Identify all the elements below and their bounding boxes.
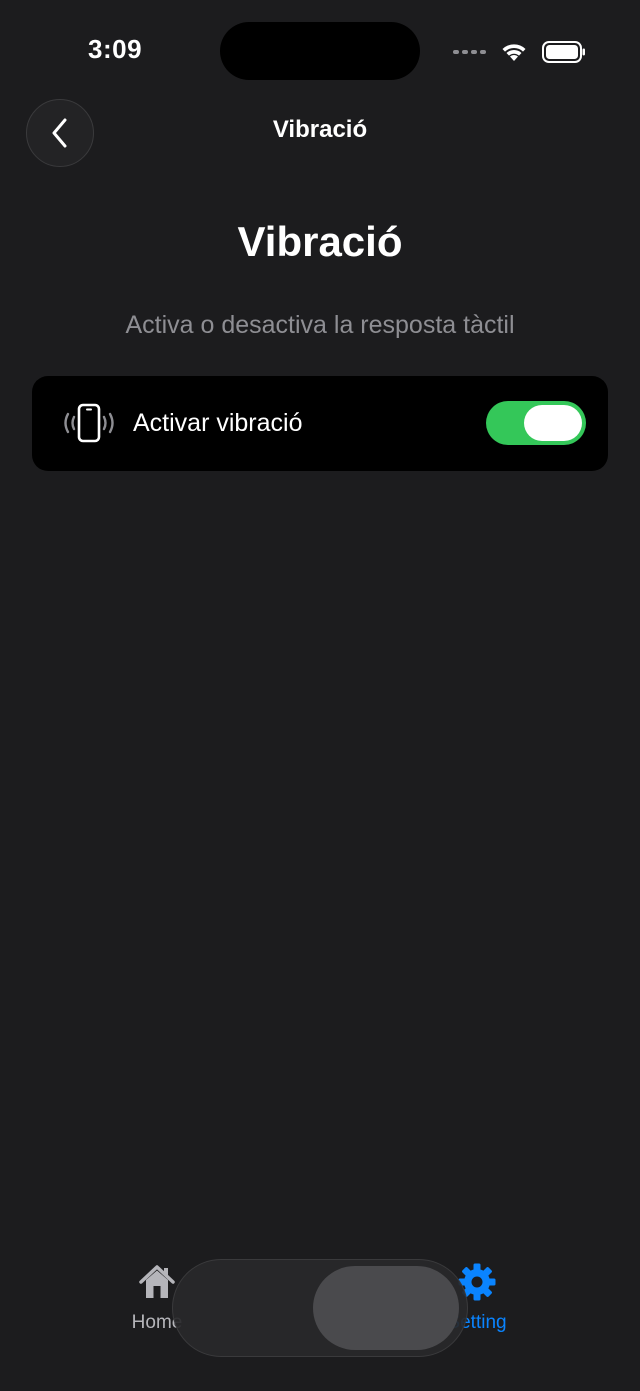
nav-title: Vibració [272,116,368,143]
toggle-knob [524,405,582,441]
vibration-toggle[interactable] [486,401,586,445]
status-time: 3:09 [88,34,143,64]
tab-selection-pill[interactable] [172,1259,468,1357]
page-subtitle: Activa o desactiva la resposta tàctil [125,311,515,339]
wifi-icon [502,44,526,61]
dynamic-island [220,22,420,80]
status-icons [453,36,586,68]
vibration-setting-card: Activar vibració [32,376,608,471]
chevron-left-icon [52,118,67,148]
tab-selection-knob [313,1266,459,1350]
vibration-label: Activar vibració [133,409,303,437]
status-bar: 3:09 [0,0,640,100]
page-title: Vibració [237,218,403,265]
cellular-signal-icon [453,50,486,54]
phone-vibrate-icon [64,403,114,443]
house-icon [139,1265,175,1298]
battery-icon [542,41,585,63]
back-button[interactable] [26,99,94,167]
